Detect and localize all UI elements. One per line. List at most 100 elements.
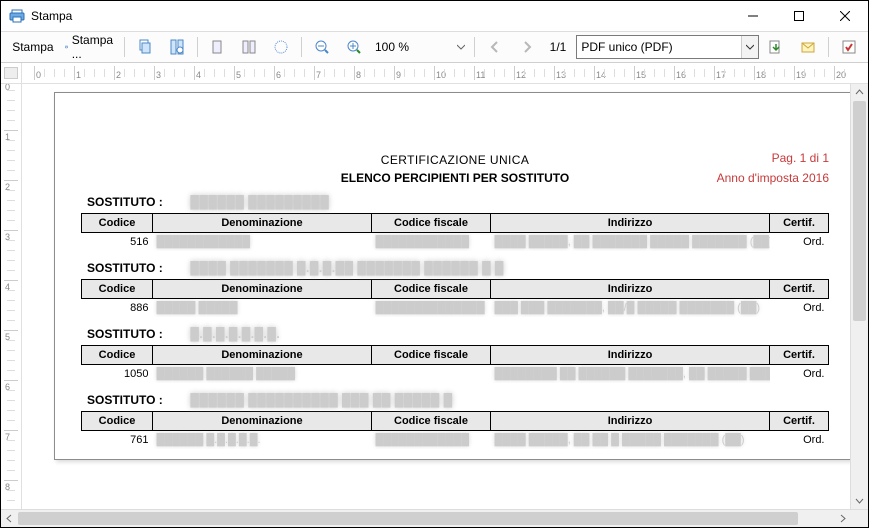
cell-certif: Ord. (770, 431, 829, 450)
email-button[interactable] (793, 35, 823, 59)
vertical-scrollbar[interactable] (850, 84, 868, 509)
doc-year: Anno d'imposta 2016 (717, 171, 829, 185)
titlebar: Stampa (1, 1, 868, 32)
sostituto-name: ████ ███████ █.█.█.██ ███████ ██████ █ █ (190, 261, 504, 275)
cell-indirizzo: ████ █████, ██ ██ █ █████ ███████ (██) (491, 431, 770, 450)
cell-codice: 886 (82, 299, 153, 318)
section: SOSTITUTO : █.█.█.█.█.█.█. CodiceDenomina… (81, 327, 829, 383)
cell-denominazione: ██████ ██████ █████ (153, 365, 372, 384)
workarea: 0123456789101112131415161718192021 01234… (1, 63, 868, 527)
cell-certif: Ord. (770, 233, 829, 252)
col-indirizzo: Indirizzo (491, 280, 770, 299)
scroll-right-icon[interactable] (834, 510, 851, 527)
sostituto-label: SOSTITUTO : (87, 195, 187, 209)
col-denominazione: Denominazione (153, 346, 372, 365)
sostituto-label: SOSTITUTO : (87, 261, 187, 275)
col-codice-fiscale: Codice fiscale (372, 280, 491, 299)
doc-page-number: Pag. 1 di 1 (772, 151, 829, 165)
col-denominazione: Denominazione (153, 214, 372, 233)
cell-denominazione: █████ █████ (153, 299, 372, 318)
zoom-value: 100 % (371, 40, 453, 54)
col-indirizzo: Indirizzo (491, 346, 770, 365)
col-codice: Codice (82, 346, 153, 365)
col-codice: Codice (82, 412, 153, 431)
print-button-label: Stampa (12, 40, 53, 54)
cell-codice: 761 (82, 431, 153, 450)
cell-codice: 1050 (82, 365, 153, 384)
doc-certification-title: CERTIFICAZIONE UNICA (81, 153, 829, 167)
zoom-in-button[interactable] (339, 35, 369, 59)
copy-button[interactable] (130, 35, 160, 59)
vertical-ruler: 0123456789 (1, 84, 22, 509)
percipients-table: CodiceDenominazioneCodice fiscaleIndiriz… (81, 345, 829, 383)
zoom-out-button[interactable] (307, 35, 337, 59)
find-button[interactable] (162, 35, 192, 59)
toolbar: Stampa Stampa ... 100 % (1, 32, 868, 63)
cell-indirizzo: ███ ███ ███████, ██/█ █████ ███████ (██) (491, 299, 770, 318)
zoom-combo[interactable]: 100 % (371, 36, 469, 58)
sostituto-name: ██████ ██████████ ███ ██ █████ █ (190, 393, 452, 407)
col-codice-fiscale: Codice fiscale (372, 412, 491, 431)
col-certif: Certif. (770, 412, 829, 431)
single-page-button[interactable] (202, 35, 232, 59)
col-certif: Certif. (770, 214, 829, 233)
col-codice-fiscale: Codice fiscale (372, 346, 491, 365)
table-row: 1050██████ ██████ █████ ████████ ██ █████… (82, 365, 829, 384)
cell-cf: ████████████ (372, 233, 491, 252)
maximize-button[interactable] (776, 1, 822, 31)
print-button[interactable]: Stampa (5, 35, 57, 59)
col-denominazione: Denominazione (153, 280, 372, 299)
close-button[interactable] (822, 1, 868, 31)
col-certif: Certif. (770, 280, 829, 299)
export-format-value: PDF unico (PDF) (577, 40, 741, 54)
percipients-table: CodiceDenominazioneCodice fiscaleIndiriz… (81, 213, 829, 251)
section: SOSTITUTO : ██████ █████████ CodiceDenomi… (81, 195, 829, 251)
canvas[interactable]: CERTIFICAZIONE UNICA ELENCO PERCIPIENTI … (22, 84, 850, 509)
ruler-corner (1, 63, 22, 83)
window: Stampa Stampa Stampa ... (0, 0, 869, 528)
cell-cf (372, 365, 491, 384)
cell-codice: 516 (82, 233, 153, 252)
sostituto-label: SOSTITUTO : (87, 393, 187, 407)
section: SOSTITUTO : ██████ ██████████ ███ ██ ███… (81, 393, 829, 449)
col-codice: Codice (82, 214, 153, 233)
cell-indirizzo: ████████ ██ ██████ ███████, ██ █████ ███… (491, 365, 770, 384)
cell-denominazione: ████████████ (153, 233, 372, 252)
print-dialog-button[interactable]: Stampa ... (59, 35, 119, 59)
sostituto-name: █.█.█.█.█.█.█. (190, 327, 280, 341)
scroll-down-icon[interactable] (851, 492, 868, 509)
scroll-left-icon[interactable] (1, 510, 18, 527)
col-denominazione: Denominazione (153, 412, 372, 431)
window-title: Stampa (31, 9, 72, 23)
export-button[interactable] (761, 35, 791, 59)
chevron-down-icon (453, 43, 469, 51)
horizontal-scrollbar[interactable] (1, 509, 868, 527)
minimize-button[interactable] (730, 1, 776, 31)
printer-icon (9, 8, 25, 24)
next-page-button (512, 35, 542, 59)
cell-cf: ██████████████ (372, 299, 491, 318)
multi-page-button[interactable] (234, 35, 264, 59)
sostituto-label: SOSTITUTO : (87, 327, 187, 341)
scroll-thumb[interactable] (853, 101, 866, 321)
sostituto-name: ██████ █████████ (190, 195, 329, 209)
col-indirizzo: Indirizzo (491, 214, 770, 233)
prev-page-button (480, 35, 510, 59)
thumbnail-button[interactable] (266, 35, 296, 59)
scroll-up-icon[interactable] (851, 84, 868, 101)
cell-certif: Ord. (770, 299, 829, 318)
col-indirizzo: Indirizzo (491, 412, 770, 431)
cell-denominazione: ██████ █.█.█.█.█. (153, 431, 372, 450)
page-indicator: 1/1 (544, 40, 573, 54)
percipients-table: CodiceDenominazioneCodice fiscaleIndiriz… (81, 411, 829, 449)
col-codice-fiscale: Codice fiscale (372, 214, 491, 233)
print-dialog-label: Stampa ... (72, 33, 113, 61)
confirm-button[interactable] (834, 35, 864, 59)
percipients-table: CodiceDenominazioneCodice fiscaleIndiriz… (81, 279, 829, 317)
scroll-thumb[interactable] (18, 512, 798, 525)
export-format-combo[interactable]: PDF unico (PDF) (576, 35, 759, 59)
chevron-down-icon (741, 36, 758, 58)
horizontal-ruler: 0123456789101112131415161718192021 (22, 63, 851, 83)
cell-certif: Ord. (770, 365, 829, 384)
cell-indirizzo: ████ █████, ██ ███████ █████ ███████ (██… (491, 233, 770, 252)
